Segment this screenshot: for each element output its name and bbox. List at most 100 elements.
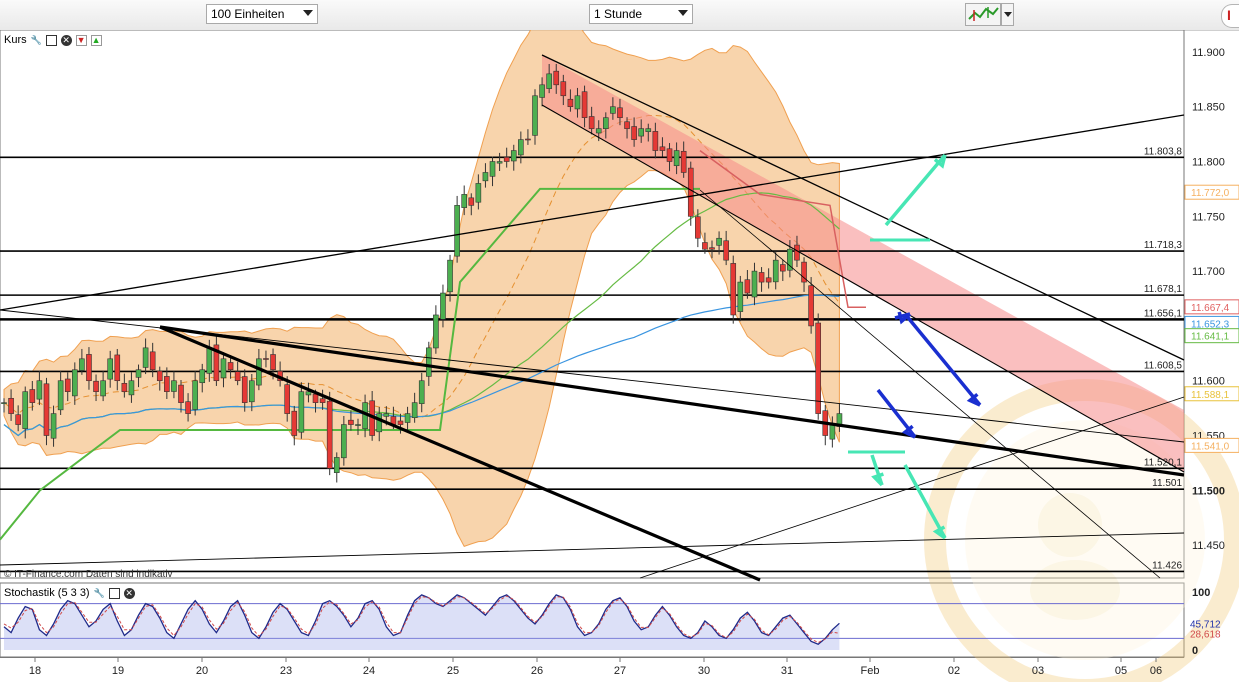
candle-body [737,281,744,312]
candle-body [249,380,255,403]
level-label: 11.501 [1152,478,1182,489]
interval-select[interactable]: 1 Stunde [589,4,693,24]
candle-body [503,156,510,162]
x-tick-label: 03 [1032,665,1044,677]
candle-body [461,194,468,208]
candle-body [326,400,333,469]
candle-body [588,116,595,129]
maximize-icon[interactable] [45,34,57,46]
candle-body [114,354,121,382]
units-select-value: 100 Einheiten [211,7,285,21]
candle-body [539,84,545,98]
candle-body [624,121,630,129]
toolbar: 100 Einheiten 1 Stunde I [0,0,1239,31]
candle-body [348,419,354,425]
candle-body [227,362,234,371]
candle-body [93,380,99,392]
stochastic-y-tick: 100 [1192,587,1210,599]
candle-body [695,216,701,239]
x-tick-label: 26 [531,665,543,677]
candle-body [1,402,7,404]
chevron-down-icon[interactable] [678,10,688,16]
value-badge-label: 11.541,0 [1191,441,1230,452]
main-panel-header: Kurs 🔧 ✕ ▼ ▲ [4,34,102,46]
y-tick-label: 11.800 [1192,157,1225,169]
x-tick-label: 05 [1115,665,1127,677]
candle-body [602,117,609,129]
candle-body [610,106,616,114]
x-tick-label: 30 [698,665,710,677]
move-down-icon[interactable]: ▼ [75,34,87,46]
candle-body [355,424,361,426]
candle-body [595,128,602,134]
candle-body [553,70,560,86]
candle-body [433,314,439,349]
candle-body [744,279,751,294]
candle-body [574,95,581,110]
candle-body [15,414,21,425]
stochastic-y-tick: 0 [1192,645,1198,657]
candle-body [312,393,319,403]
candle-body [333,457,340,473]
candle-body [79,358,85,371]
candle-body [680,150,687,173]
x-tick-label: 23 [280,665,292,677]
stochastic-value-badge: 28,618 [1190,629,1221,640]
candle-body [319,398,326,403]
candle-body [29,389,36,403]
candle-body [291,410,298,436]
value-badge-label: 11.772,0 [1191,188,1230,199]
level-label: 11.520,1 [1144,457,1183,468]
chart-canvas: 11.803,8 11.718,3 11.678,1 11.656,1 11.608,5… [0,30,1239,682]
move-up-icon[interactable]: ▲ [90,34,102,46]
candle-body [617,107,623,118]
wrench-icon[interactable]: 🔧 [93,588,104,599]
candle-body [86,354,92,382]
candle-body [638,128,645,137]
candle-body [64,378,71,392]
candle-body [581,91,588,118]
source-note-text: © IT-Finance.com Daten sind indikativ [4,569,173,580]
candle-body [567,98,574,108]
y-tick-label: 11.700 [1192,266,1225,278]
candle-body [673,150,680,167]
stochastic-panel-header: Stochastik (5 3 3) 🔧 ✕ [4,587,135,599]
candle-body [489,161,496,177]
chart-type-dropdown[interactable] [1001,3,1014,26]
candle-body [702,242,708,250]
y-tick-label: 11.450 [1192,540,1225,552]
units-select[interactable]: 100 Einheiten [206,4,318,24]
candle-body [687,167,694,217]
candle-body [128,380,135,396]
candle-body [178,384,184,403]
interval-select-value: 1 Stunde [594,7,643,21]
candle-body [121,382,128,392]
wrench-icon[interactable]: 🔧 [31,35,42,46]
candle-body [305,391,312,396]
candle-body [220,358,227,379]
maximize-icon[interactable] [108,587,120,599]
candle-body [418,380,425,404]
close-icon[interactable]: ✕ [60,34,72,46]
x-tick-label: 19 [112,665,124,677]
candle-body [383,413,390,417]
close-icon[interactable]: ✕ [123,587,135,599]
chevron-down-icon[interactable] [303,10,313,16]
x-tick-label: 02 [948,665,960,677]
candle-body [171,380,177,392]
candle-body [468,197,475,206]
candle-body [794,244,800,261]
chart-type-button[interactable] [965,3,1001,26]
candle-body [546,73,552,89]
candle-body [263,358,269,360]
x-tick-label: 25 [447,665,459,677]
candle-body [482,172,489,182]
candle-body [107,358,113,380]
candle-body [397,420,404,425]
candle-body [43,383,50,436]
candle-body [298,391,305,433]
candle-body [475,183,482,203]
level-label: 11.608,5 [1144,360,1183,371]
level-label: 11.678,1 [1144,284,1183,295]
candle-body [149,351,156,371]
